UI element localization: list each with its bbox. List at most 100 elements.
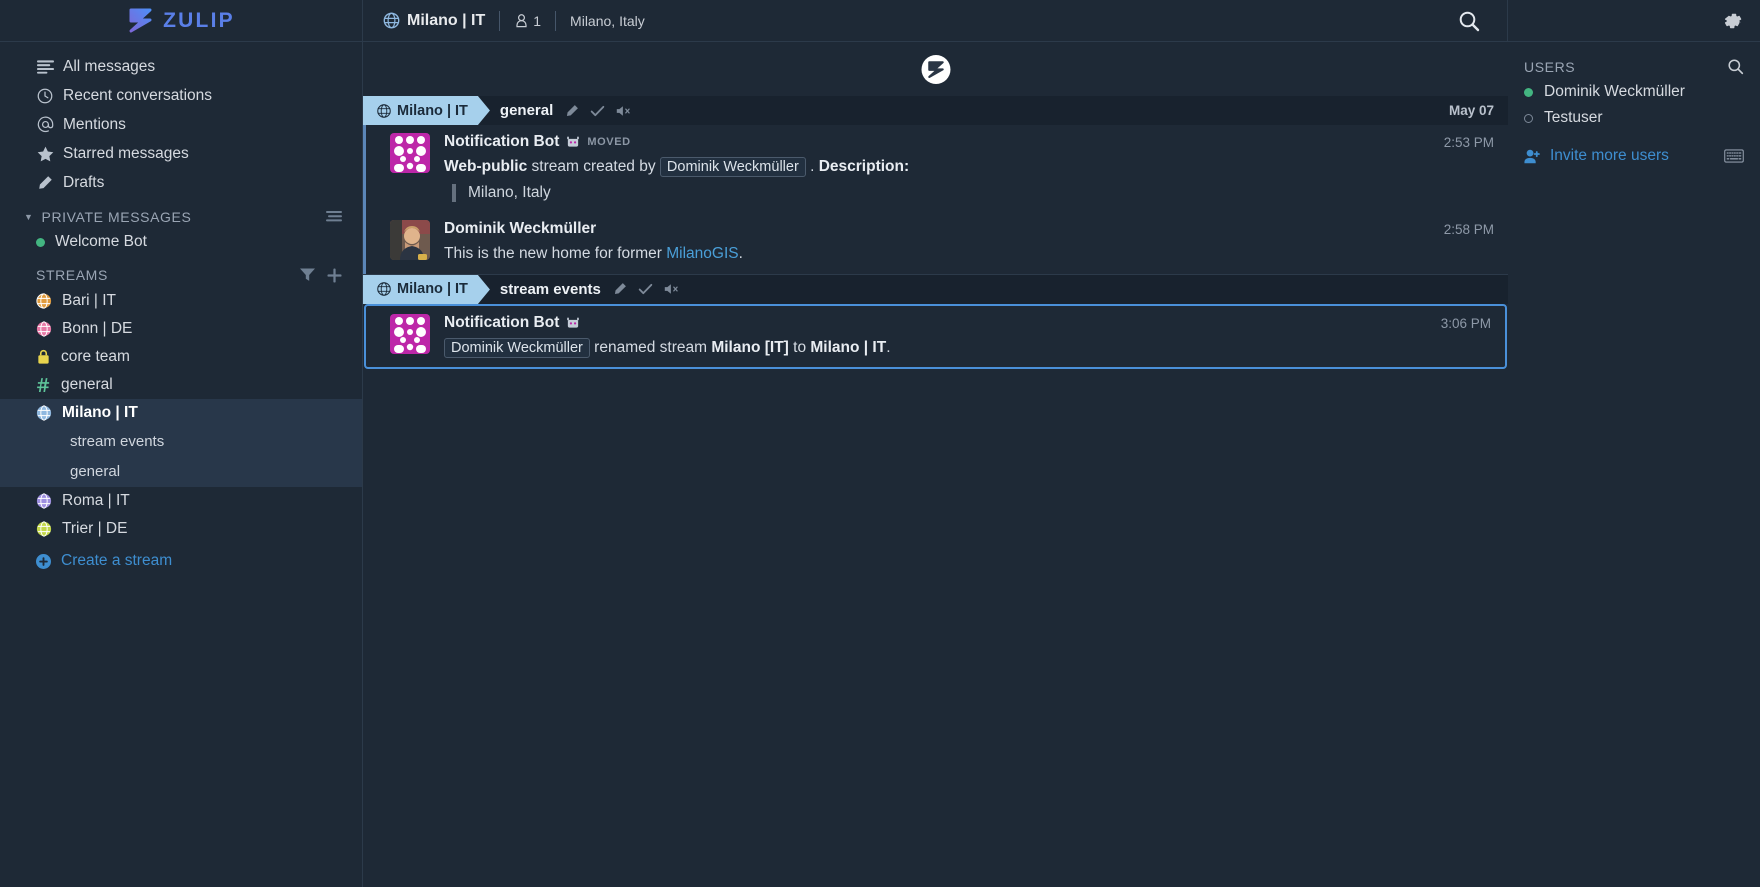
recipient-bar[interactable]: Milano | IT stream events <box>363 274 1508 304</box>
person-icon <box>514 13 529 28</box>
caret-down-icon: ▼ <box>24 212 34 222</box>
gear-icon[interactable] <box>1722 10 1744 32</box>
online-status-dot <box>1524 87 1533 97</box>
divider <box>499 10 501 31</box>
recipient-bar[interactable]: Milano | IT general May 07 <box>363 96 1508 125</box>
message-timestamp[interactable]: 2:58 PM <box>1444 222 1494 237</box>
users-section-header: USERS <box>1508 52 1760 79</box>
bot-icon <box>566 317 580 329</box>
search-icon[interactable] <box>1727 58 1744 75</box>
user-list-item-dominik[interactable]: Dominik Weckmüller <box>1508 79 1760 105</box>
search-icon[interactable] <box>1457 9 1487 33</box>
filter-icon[interactable] <box>300 268 315 282</box>
message-timestamp[interactable]: 3:06 PM <box>1441 316 1491 331</box>
sidebar-item-label: All messages <box>63 58 156 75</box>
subscriber-count[interactable]: 1 <box>514 13 541 29</box>
avatar[interactable] <box>390 133 430 173</box>
sidebar-stream-label: Trier | DE <box>62 520 128 537</box>
message-text: renamed stream <box>589 338 712 356</box>
filter-users-icon[interactable] <box>326 210 342 224</box>
sidebar-item-starred-messages[interactable]: Starred messages <box>0 139 362 168</box>
check-icon[interactable] <box>590 104 605 118</box>
all-messages-icon <box>36 59 54 74</box>
pencil-icon[interactable] <box>613 282 627 296</box>
create-stream-label: Create a stream <box>61 552 173 569</box>
sidebar-topic-general[interactable]: general <box>0 457 362 487</box>
message-group-body: Notification Bot MOVED Web-public stream… <box>363 125 1508 274</box>
message-timestamp[interactable]: 2:53 PM <box>1444 135 1494 150</box>
invite-more-users-button[interactable]: Invite more users <box>1508 131 1760 169</box>
invite-label: Invite more users <box>1550 147 1669 164</box>
recipient-topic-name[interactable]: general <box>500 102 553 119</box>
user-mention[interactable]: Dominik Weckmüller <box>444 337 590 358</box>
sidebar-stream-bari-it[interactable]: Bari | IT <box>0 287 362 315</box>
sidebar-item-mentions[interactable]: Mentions <box>0 110 362 139</box>
hash-icon <box>36 377 51 393</box>
plus-icon[interactable] <box>327 267 342 283</box>
sidebar-stream-label: core team <box>61 348 130 365</box>
clock-icon <box>36 88 54 104</box>
recipient-topic-name[interactable]: stream events <box>500 281 601 298</box>
sidebar-stream-roma-it[interactable]: Roma | IT <box>0 487 362 515</box>
create-stream-button[interactable]: Create a stream <box>0 543 362 574</box>
zulip-app: ZULIP Milano | IT 1 Milano, Italy All me… <box>0 0 1760 887</box>
message-sender[interactable]: Notification Bot <box>444 314 559 332</box>
stream-title[interactable]: Milano | IT <box>383 12 485 30</box>
sidebar-item-recent-conversations[interactable]: Recent conversations <box>0 81 362 110</box>
avatar[interactable] <box>390 313 430 354</box>
mute-speaker-icon[interactable] <box>616 104 632 118</box>
check-icon[interactable] <box>638 282 653 296</box>
sidebar-stream-bonn-de[interactable]: Bonn | DE <box>0 315 362 343</box>
keyboard-icon[interactable] <box>1724 149 1744 163</box>
globe-icon <box>36 405 52 421</box>
pencil-icon[interactable] <box>565 104 579 118</box>
streams-label: STREAMS <box>36 267 108 283</box>
user-name: Dominik Weckmüller <box>1544 83 1685 100</box>
private-messages-section-header[interactable]: ▼ PRIVATE MESSAGES <box>0 197 362 229</box>
offline-status-dot <box>1524 113 1533 123</box>
sidebar-stream-milano-it[interactable]: Milano | IT <box>0 399 362 427</box>
lock-icon <box>36 349 51 365</box>
avatar[interactable] <box>390 220 430 261</box>
globe-icon <box>377 282 391 296</box>
message-link[interactable]: MilanoGIS <box>666 245 738 262</box>
message-body: Dominik Weckmüller renamed stream Milano… <box>444 337 1505 359</box>
recipient-stream-tag[interactable]: Milano | IT <box>363 275 490 304</box>
sidebar-item-label: Starred messages <box>63 145 189 162</box>
bot-icon <box>566 136 580 148</box>
user-list-item-testuser[interactable]: Testuser <box>1508 105 1760 131</box>
message-sender[interactable]: Notification Bot <box>444 133 559 151</box>
message-text: . <box>886 338 891 356</box>
moved-badge: MOVED <box>587 136 631 148</box>
private-messages-label: PRIVATE MESSAGES <box>41 209 192 225</box>
sidebar-item-label: Mentions <box>63 116 126 133</box>
sidebar-item-drafts[interactable]: Drafts <box>0 168 362 197</box>
globe-icon <box>36 293 52 309</box>
message-group-stream-events: Milano | IT stream events Notification B… <box>363 274 1508 370</box>
plus-circle-icon <box>36 553 51 569</box>
brand-name: ZULIP <box>163 8 235 32</box>
sidebar-item-all-messages[interactable]: All messages <box>0 52 362 81</box>
brand-area[interactable]: ZULIP <box>0 0 363 42</box>
message-sender[interactable]: Dominik Weckmüller <box>444 220 596 238</box>
message-text: . <box>805 158 819 175</box>
globe-icon <box>383 12 400 29</box>
top-bar-right <box>1508 0 1760 42</box>
stream-name-text: Milano | IT <box>407 11 486 29</box>
streams-section-header[interactable]: STREAMS <box>0 255 362 287</box>
recipient-stream-tag[interactable]: Milano | IT <box>363 96 490 125</box>
sidebar-stream-general[interactable]: general <box>0 371 362 399</box>
mute-speaker-icon[interactable] <box>664 282 680 296</box>
sidebar-stream-core-team[interactable]: core team <box>0 343 362 371</box>
sidebar-stream-trier-de[interactable]: Trier | DE <box>0 515 362 543</box>
message-row: Notification Bot Dominik Weckmüller rena… <box>366 306 1505 367</box>
pm-item-label: Welcome Bot <box>55 233 147 250</box>
message-pane: Milano | IT general May 07 Notification … <box>363 42 1508 887</box>
sidebar-item-label: Recent conversations <box>63 87 213 104</box>
message-list: Milano | IT general May 07 Notification … <box>363 42 1508 370</box>
user-mention[interactable]: Dominik Weckmüller <box>659 157 806 177</box>
pm-item-welcome-bot[interactable]: Welcome Bot <box>0 229 362 255</box>
right-sidebar: USERS Dominik Weckmüller Testuser Invite… <box>1508 42 1760 887</box>
sidebar-item-label: Drafts <box>63 174 105 191</box>
sidebar-topic-stream-events[interactable]: stream events <box>0 427 362 457</box>
